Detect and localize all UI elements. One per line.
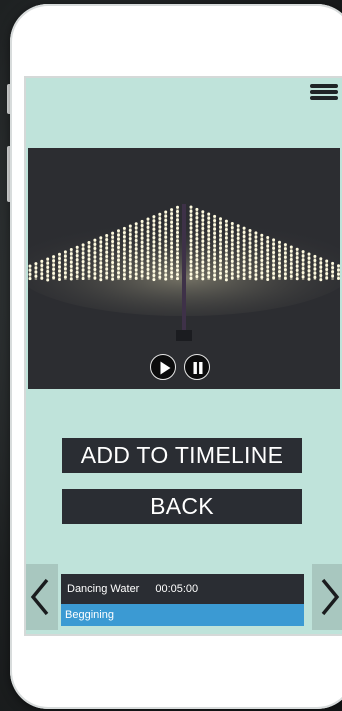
light-column [337, 264, 340, 280]
timeline-entry[interactable]: Dancing Water 00:05:00 [61, 574, 304, 604]
light-column [331, 261, 335, 280]
light-column [325, 259, 329, 280]
timeline-entry-name: Dancing Water [67, 583, 140, 595]
light-column [63, 250, 67, 280]
chevron-right-icon [321, 578, 340, 616]
play-icon [160, 361, 171, 375]
back-button[interactable]: BACK [62, 489, 302, 524]
light-column [81, 243, 85, 280]
video-preview [28, 148, 340, 389]
timeline-entry-duration: 00:05:00 [155, 583, 199, 595]
light-column [28, 264, 32, 281]
light-column [146, 217, 150, 280]
light-column [242, 226, 246, 281]
light-column [295, 247, 299, 281]
light-column [307, 252, 311, 281]
pause-button[interactable] [184, 354, 210, 380]
light-column [111, 231, 115, 281]
light-column [117, 229, 120, 280]
light-column [140, 219, 144, 280]
light-column [105, 233, 109, 280]
chevron-left-icon [30, 578, 49, 616]
light-column [158, 212, 162, 280]
light-column [176, 205, 179, 281]
light-column [99, 236, 103, 282]
light-column [260, 233, 264, 280]
previous-button[interactable] [26, 564, 58, 630]
light-column [219, 217, 222, 280]
light-column [272, 238, 276, 280]
fountain-lights-scene [28, 204, 340, 341]
play-button[interactable] [150, 354, 176, 380]
light-column [128, 224, 132, 280]
light-column [40, 259, 44, 280]
light-column [236, 224, 240, 280]
light-column [58, 252, 61, 281]
light-column [164, 210, 168, 281]
light-column [195, 207, 199, 280]
light-column [122, 226, 126, 281]
app-screen: ADD TO TIMELINE BACK Dancing Water 00:05:… [24, 76, 342, 636]
hamburger-menu-icon[interactable] [310, 82, 338, 104]
light-column [289, 245, 293, 280]
light-column [248, 229, 252, 280]
light-column [224, 219, 228, 282]
light-column [93, 238, 97, 280]
light-column [75, 245, 79, 280]
light-column [69, 248, 73, 281]
light-column [134, 222, 138, 280]
light-column [87, 241, 91, 280]
light-column [207, 212, 211, 280]
timeline-selected-label[interactable]: Beggining [61, 604, 304, 626]
light-column [230, 221, 234, 280]
light-column [170, 208, 174, 280]
light-column [52, 255, 56, 280]
light-column [319, 257, 323, 282]
add-to-timeline-button[interactable]: ADD TO TIMELINE [62, 438, 302, 473]
light-column [46, 257, 50, 282]
light-column [189, 205, 193, 280]
light-column [201, 210, 205, 281]
light-column [213, 214, 217, 281]
light-column [283, 243, 287, 280]
light-column [254, 231, 258, 281]
light-column [301, 250, 305, 280]
next-button[interactable] [312, 564, 342, 630]
light-column [152, 215, 156, 282]
pause-icon [193, 362, 203, 374]
light-column [34, 262, 38, 280]
light-column [278, 240, 281, 280]
light-column [313, 254, 317, 280]
light-column [266, 236, 270, 282]
